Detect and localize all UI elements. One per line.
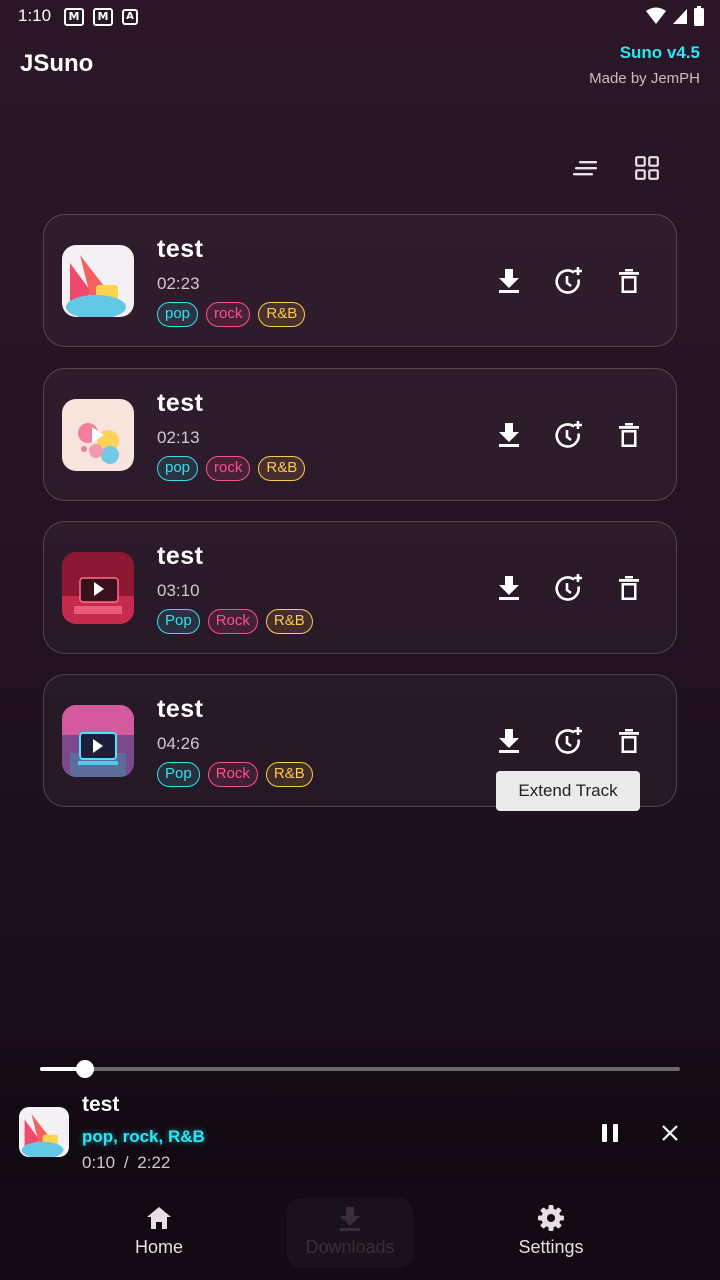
signal-icon [673,9,687,24]
download-button[interactable] [493,725,525,757]
app-title: JSuno [20,50,94,77]
notification-icon: M [93,8,113,26]
nav-label-settings: Settings [518,1237,584,1257]
clock-plus-icon [555,574,582,601]
player-title: test [82,1093,120,1116]
download-button[interactable] [493,265,525,297]
status-time: 1:10 [18,6,52,25]
genre-tag: Pop [157,762,200,787]
track-artwork [62,552,134,624]
download-icon [340,1207,360,1231]
extend-track-button[interactable] [553,725,585,757]
download-button[interactable] [493,572,525,604]
download-icon [499,729,519,753]
genre-tag: R&B [265,609,313,634]
extend-track-button[interactable] [553,419,585,451]
track-title: test [157,235,204,263]
status-indicators [646,6,704,26]
pause-icon [602,1124,618,1142]
track-card[interactable]: test 02:23 pop rock R&B [43,214,677,347]
track-duration: 03:10 [157,581,200,600]
track-card[interactable]: test 02:13 pop rock R&B [43,368,677,501]
battery-icon [694,6,704,26]
track-artwork [62,399,134,471]
genre-tags: Pop Rock R&B [157,762,313,787]
download-icon [499,576,519,600]
track-duration: 02:13 [157,428,200,447]
version-label: Suno v4.5 [619,43,700,62]
genre-tag: rock [206,456,251,481]
player-tags: pop, rock, R&B [82,1127,205,1146]
download-button[interactable] [493,419,525,451]
genre-tag: R&B [258,456,306,481]
time-separator: / [123,1153,129,1172]
track-title: test [157,695,204,723]
download-icon [499,269,519,293]
current-time: 0:10 [82,1153,116,1172]
nav-label-home: Home [134,1237,183,1257]
extend-track-button[interactable] [553,572,585,604]
made-by-label: Made by JemPH [589,70,700,87]
extend-track-button[interactable] [553,265,585,297]
notification-icon: A [122,9,138,25]
home-icon [147,1207,171,1229]
genre-tag: rock [206,302,251,327]
delete-button[interactable] [613,419,645,451]
seek-handle[interactable] [75,1060,94,1078]
download-icon [499,423,519,447]
track-duration: 02:23 [157,274,200,293]
genre-tag: pop [157,456,199,481]
track-artwork [62,245,134,317]
track-title: test [157,389,204,417]
trash-icon [619,576,639,600]
trash-icon [619,729,639,753]
track-duration: 04:26 [157,734,200,753]
genre-tag: Rock [207,609,258,634]
delete-button[interactable] [613,725,645,757]
track-card[interactable]: test 03:10 Pop Rock R&B [43,521,677,654]
nav-item-downloads[interactable]: Downloads [275,1186,425,1280]
trash-icon [619,269,639,293]
list-view-button[interactable] [570,152,602,184]
genre-tags: pop rock R&B [157,302,306,327]
close-icon [662,1125,678,1141]
player-artwork [19,1107,69,1157]
grid-icon [635,156,659,180]
grid-view-button[interactable] [631,152,663,184]
track-title: test [157,542,204,570]
wifi-icon [646,7,666,24]
genre-tag: pop [157,302,199,327]
clock-plus-icon [555,727,582,754]
total-time: 2:22 [137,1153,171,1172]
pause-button[interactable] [593,1116,627,1150]
status-bar: 1:10 M M A [0,0,720,34]
genre-tags: pop rock R&B [157,456,306,481]
delete-button[interactable] [613,265,645,297]
clock-plus-icon [555,421,582,448]
track-artwork [62,705,134,777]
clock-plus-icon [555,267,582,294]
seek-bar[interactable] [40,1060,680,1078]
player-time: 0:10 / 2:22 [82,1153,170,1173]
notification-icon: M [64,8,84,26]
trash-icon [619,423,639,447]
nav-item-home[interactable]: Home [84,1186,234,1280]
delete-button[interactable] [613,572,645,604]
nav-item-settings[interactable]: Settings [476,1186,626,1280]
genre-tags: Pop Rock R&B [157,609,313,634]
genre-tag: Pop [157,609,200,634]
mini-player: test pop, rock, R&B 0:10 / 2:22 [0,1040,720,1186]
sort-lines-icon [573,161,597,176]
close-player-button[interactable] [653,1116,687,1150]
extend-track-tooltip: Extend Track [496,771,640,811]
nav-label-downloads: Downloads [305,1237,395,1257]
bottom-nav: Home Downloads Settings [0,1186,720,1280]
genre-tag: R&B [258,302,306,327]
gear-icon [538,1205,564,1231]
genre-tag: R&B [265,762,313,787]
genre-tag: Rock [207,762,258,787]
